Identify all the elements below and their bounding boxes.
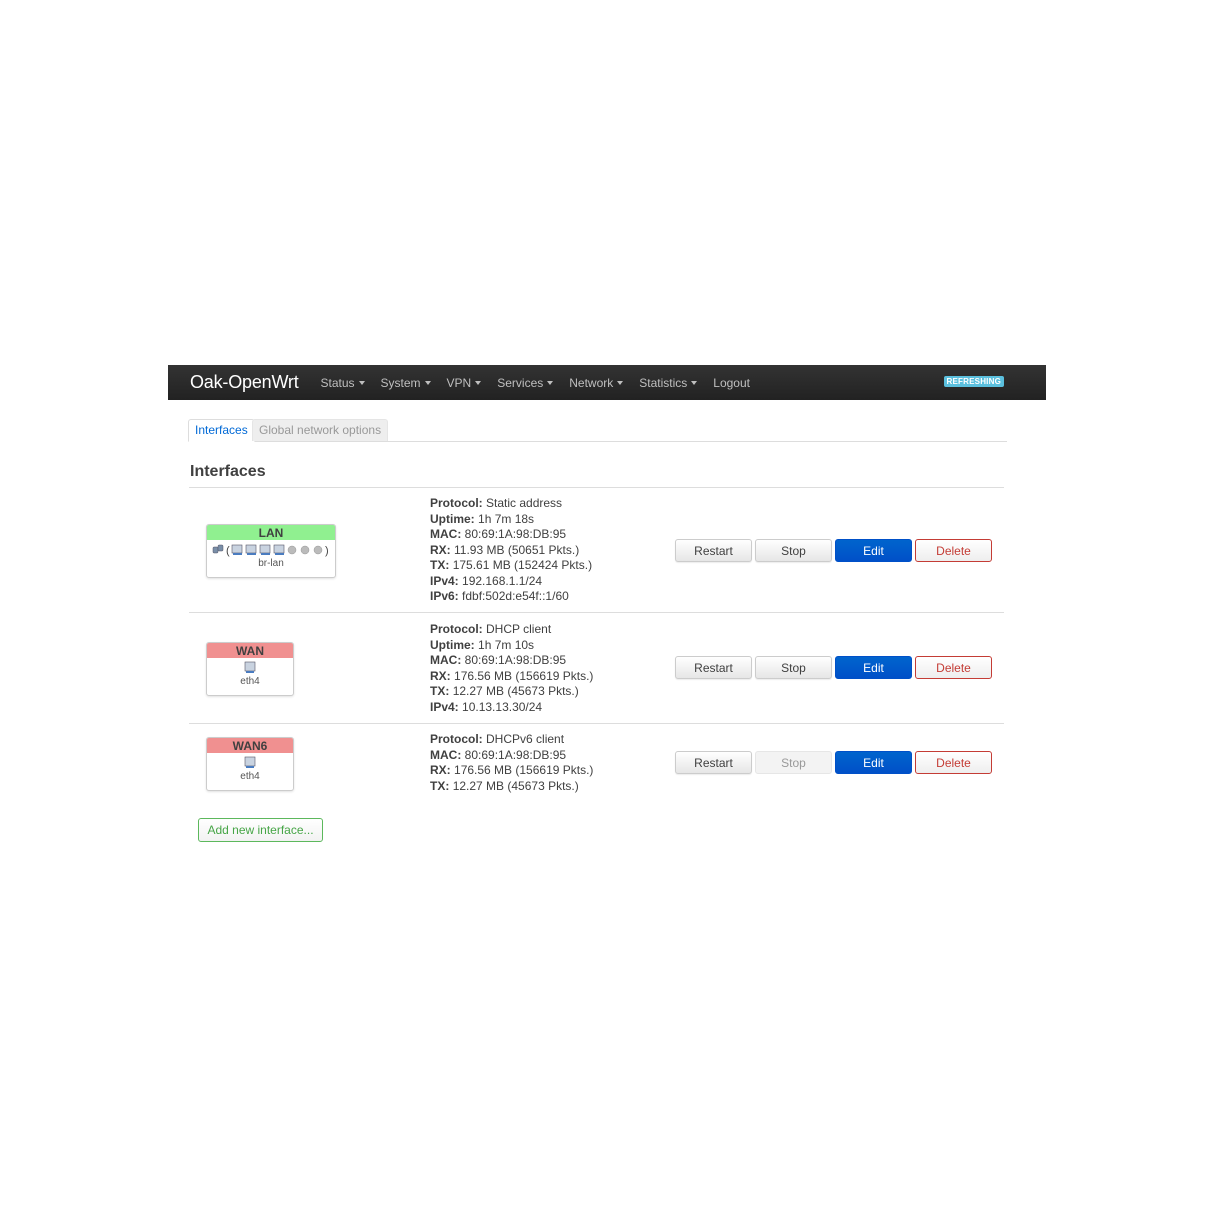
chevron-down-icon (617, 381, 624, 385)
info-ipv4: IPv4: 10.13.13.30/24 (430, 699, 543, 714)
info-ipv6: IPv6: fdbf:502d:e54f::1/60 (430, 589, 569, 603)
edit-button[interactable]: Edit (835, 656, 912, 679)
interface-name: WAN (207, 643, 293, 658)
tab-global-network-options[interactable]: Global network options (252, 419, 389, 441)
interfaces-table: LAN ( ) br-lan Protocol: Static address … (189, 487, 1004, 804)
chevron-down-icon (358, 381, 365, 385)
info-tx: TX: 12.27 MB (45673 Pkts.) (430, 684, 579, 698)
interface-badge-wan6: WAN6 eth4 (206, 737, 294, 791)
interface-info-lan: Protocol: Static address Uptime: 1h 7m 1… (430, 496, 592, 605)
interface-info-wan: Protocol: DHCP client Uptime: 1h 7m 10s … (430, 622, 593, 715)
stop-button[interactable]: Stop (755, 539, 832, 562)
nav-network[interactable]: Network (561, 376, 631, 390)
interface-device: eth4 (240, 676, 260, 687)
nav-services[interactable]: Services (489, 376, 561, 390)
delete-button[interactable]: Delete (915, 656, 992, 679)
add-new-interface-button[interactable]: Add new interface... (198, 818, 323, 842)
section-title: Interfaces (190, 463, 266, 480)
info-mac: MAC: 80:69:1A:98:DB:95 (430, 747, 567, 762)
nav-system[interactable]: System (373, 376, 439, 390)
nav-statistics[interactable]: Statistics (631, 376, 705, 390)
edit-button[interactable]: Edit (835, 751, 912, 774)
ethernet-port-icon (207, 755, 293, 771)
refreshing-badge[interactable]: REFRESHING (943, 376, 1004, 387)
nav-status[interactable]: Status (313, 376, 373, 390)
delete-button[interactable]: Delete (915, 751, 992, 774)
nav-logout[interactable]: Logout (705, 376, 758, 390)
brand-logo[interactable]: Oak-OpenWrt (190, 372, 299, 393)
chevron-down-icon (475, 381, 482, 385)
stop-button[interactable]: Stop (755, 656, 832, 679)
info-uptime: Uptime: 1h 7m 18s (430, 511, 535, 526)
tab-interfaces[interactable]: Interfaces (188, 419, 255, 442)
restart-button[interactable]: Restart (675, 656, 752, 679)
edit-button[interactable]: Edit (835, 539, 912, 562)
ethernet-port-icon (207, 660, 293, 676)
svg-text:(: ( (226, 545, 230, 557)
info-tx: TX: 12.27 MB (45673 Pkts.) (430, 778, 579, 793)
chevron-down-icon (424, 381, 431, 385)
info-protocol: Protocol: DHCP client (430, 622, 552, 636)
info-uptime: Uptime: 1h 7m 10s (430, 637, 535, 652)
info-rx: RX: 11.93 MB (50651 Pkts.) (430, 542, 580, 557)
interface-badge-wan: WAN eth4 (206, 642, 294, 696)
info-mac: MAC: 80:69:1A:98:DB:95 (430, 527, 567, 541)
interface-badge-lan: LAN ( ) br-lan (206, 524, 336, 578)
info-mac: MAC: 80:69:1A:98:DB:95 (430, 653, 567, 667)
chevron-down-icon (691, 381, 698, 385)
info-protocol: Protocol: DHCPv6 client (430, 732, 565, 746)
info-rx: RX: 176.56 MB (156619 Pkts.) (430, 763, 594, 777)
interface-device: eth4 (240, 771, 260, 782)
nav-vpn[interactable]: VPN (439, 376, 490, 390)
interface-row-lan: LAN ( ) br-lan Protocol: Static address … (189, 488, 1004, 613)
tab-bar: Interfaces Global network options (188, 419, 1007, 442)
restart-button[interactable]: Restart (675, 751, 752, 774)
info-protocol: Protocol: Static address (430, 496, 563, 510)
restart-button[interactable]: Restart (675, 539, 752, 562)
stop-button[interactable]: Stop (755, 751, 832, 774)
luci-app: Oak-OpenWrt Status System VPN Services N… (168, 365, 1046, 842)
interface-row-wan6: WAN6 eth4 Protocol: DHCPv6 client MAC: 8… (189, 724, 1004, 804)
interface-device: br-lan (258, 558, 284, 569)
info-ipv4: IPv4: 192.168.1.1/24 (430, 573, 543, 588)
delete-button[interactable]: Delete (915, 539, 992, 562)
interface-name: WAN6 (207, 738, 293, 753)
bridge-with-ports-icon: ( ) (207, 542, 335, 558)
top-navbar: Oak-OpenWrt Status System VPN Services N… (168, 365, 1046, 400)
interface-row-wan: WAN eth4 Protocol: DHCP client Uptime: 1… (189, 613, 1004, 724)
info-rx: RX: 176.56 MB (156619 Pkts.) (430, 668, 594, 683)
interface-name: LAN (207, 525, 335, 540)
interface-info-wan6: Protocol: DHCPv6 client MAC: 80:69:1A:98… (430, 732, 593, 794)
svg-text:): ) (325, 545, 329, 557)
info-tx: TX: 175.61 MB (152424 Pkts.) (430, 558, 593, 572)
chevron-down-icon (547, 381, 554, 385)
